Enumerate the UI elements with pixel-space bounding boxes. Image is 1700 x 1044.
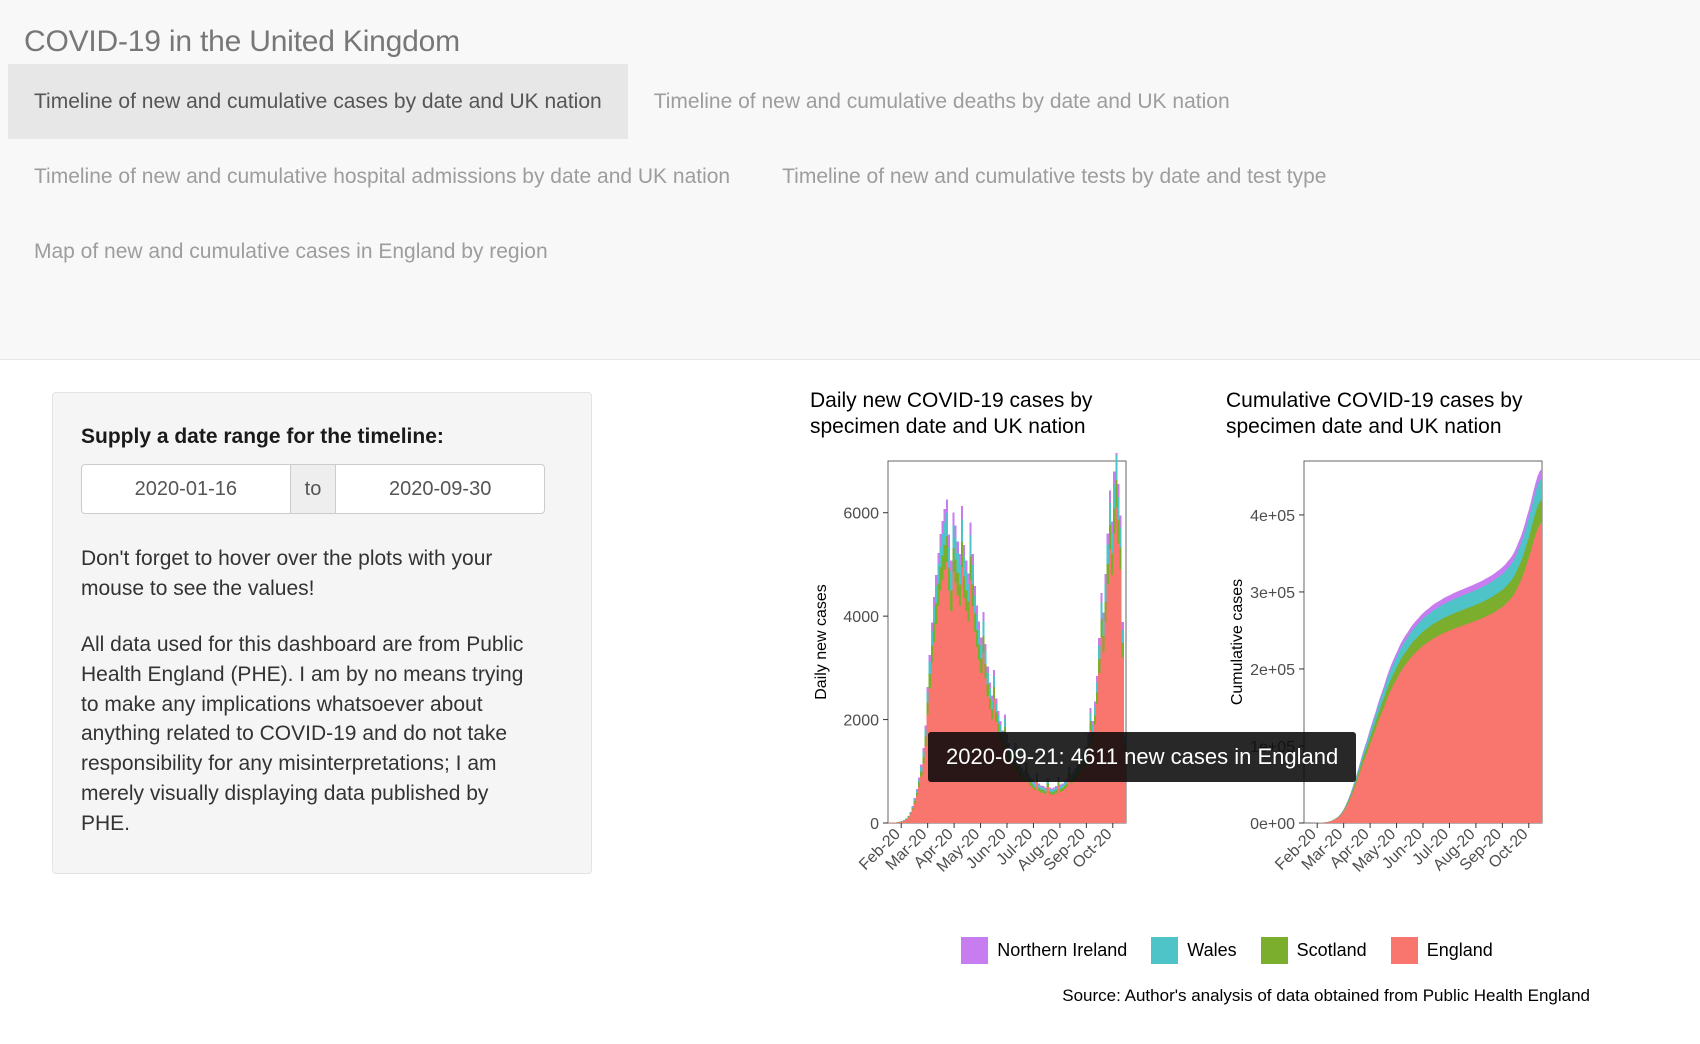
legend-label-england: England bbox=[1426, 940, 1493, 961]
tab-cases[interactable]: Timeline of new and cumulative cases by … bbox=[8, 64, 628, 140]
plot-row: Daily new COVID-19 cases by specimen dat… bbox=[620, 388, 1700, 923]
date-end-input[interactable] bbox=[335, 464, 545, 515]
tab-list: Timeline of new and cumulative cases by … bbox=[0, 64, 1700, 290]
tab-deaths[interactable]: Timeline of new and cumulative deaths by… bbox=[628, 64, 1256, 139]
cumulative-cases-plot[interactable]: Cumulative COVID-19 cases by specimen da… bbox=[1226, 388, 1556, 923]
tab-cases-label: Timeline of new and cumulative cases by … bbox=[34, 90, 602, 113]
svg-text:0: 0 bbox=[870, 816, 879, 833]
main-content: Supply a date range for the timeline: to… bbox=[0, 360, 1700, 1044]
tab-deaths-label: Timeline of new and cumulative deaths by… bbox=[653, 90, 1230, 113]
sidebar-panel: Supply a date range for the timeline: to… bbox=[52, 392, 592, 874]
cumulative-cases-title: Cumulative COVID-19 cases by specimen da… bbox=[1226, 389, 1523, 438]
daily-new-cases-chart[interactable]: 0200040006000Feb-20Mar-20Apr-20May-20Jun… bbox=[810, 453, 1140, 923]
svg-text:4e+05: 4e+05 bbox=[1250, 508, 1295, 525]
legend-entry-northern-ireland[interactable]: Northern Ireland bbox=[961, 937, 1128, 965]
svg-text:3e+05: 3e+05 bbox=[1250, 585, 1295, 602]
svg-text:4000: 4000 bbox=[843, 609, 879, 626]
tab-map-label: Map of new and cumulative cases in Engla… bbox=[34, 240, 548, 264]
cumulative-cases-chart[interactable]: 0e+001e+052e+053e+054e+05Feb-20Mar-20Apr… bbox=[1226, 453, 1556, 923]
date-range-input-group[interactable]: to bbox=[81, 464, 545, 515]
legend-swatch-wales bbox=[1151, 937, 1179, 965]
legend-label-wales: Wales bbox=[1187, 940, 1237, 961]
legend-label-northern-ireland: Northern Ireland bbox=[997, 940, 1128, 961]
svg-text:1e+05: 1e+05 bbox=[1250, 739, 1295, 756]
legend-entry-wales[interactable]: Wales bbox=[1151, 937, 1237, 965]
svg-text:2000: 2000 bbox=[843, 713, 879, 730]
disclaimer-text: All data used for this dashboard are fro… bbox=[81, 632, 524, 835]
page-title: COVID-19 in the United Kingdom bbox=[24, 25, 460, 58]
svg-text:6000: 6000 bbox=[843, 506, 879, 523]
plots-area: Daily new COVID-19 cases by specimen dat… bbox=[620, 360, 1700, 1044]
svg-text:Cumulative cases: Cumulative cases bbox=[1229, 579, 1246, 705]
navbar: COVID-19 in the United Kingdom Timeline … bbox=[0, 0, 1700, 360]
chart-legend: Northern Ireland Wales Scotland England bbox=[620, 937, 1700, 965]
sidebar: Supply a date range for the timeline: to… bbox=[0, 360, 620, 1044]
date-start-input[interactable] bbox=[81, 464, 291, 515]
hover-hint-text: Don't forget to hover over the plots wit… bbox=[81, 547, 493, 601]
svg-text:Daily new cases: Daily new cases bbox=[813, 584, 830, 700]
date-range-label: Supply a date range for the timeline: bbox=[81, 425, 444, 448]
tab-hospital-admissions-label: Timeline of new and cumulative hospital … bbox=[34, 165, 731, 189]
tab-map[interactable]: Map of new and cumulative cases in Engla… bbox=[8, 214, 574, 289]
legend-swatch-england bbox=[1390, 937, 1418, 965]
tab-tests-label: Timeline of new and cumulative tests by … bbox=[782, 165, 1327, 189]
date-range-separator: to bbox=[290, 464, 336, 515]
daily-new-cases-plot[interactable]: Daily new COVID-19 cases by specimen dat… bbox=[810, 388, 1140, 923]
legend-entry-england[interactable]: England bbox=[1390, 937, 1493, 965]
legend-entry-scotland[interactable]: Scotland bbox=[1260, 937, 1367, 965]
tab-tests[interactable]: Timeline of new and cumulative tests by … bbox=[756, 139, 1352, 214]
legend-swatch-northern-ireland bbox=[961, 937, 989, 965]
tab-hospital-admissions[interactable]: Timeline of new and cumulative hospital … bbox=[8, 139, 756, 214]
svg-text:2e+05: 2e+05 bbox=[1250, 662, 1295, 679]
legend-swatch-scotland bbox=[1260, 937, 1288, 965]
daily-new-cases-title: Daily new COVID-19 cases by specimen dat… bbox=[810, 389, 1093, 438]
source-note: Source: Author's analysis of data obtain… bbox=[1062, 986, 1590, 1006]
svg-text:0e+00: 0e+00 bbox=[1250, 816, 1295, 833]
legend-label-scotland: Scotland bbox=[1296, 940, 1367, 961]
